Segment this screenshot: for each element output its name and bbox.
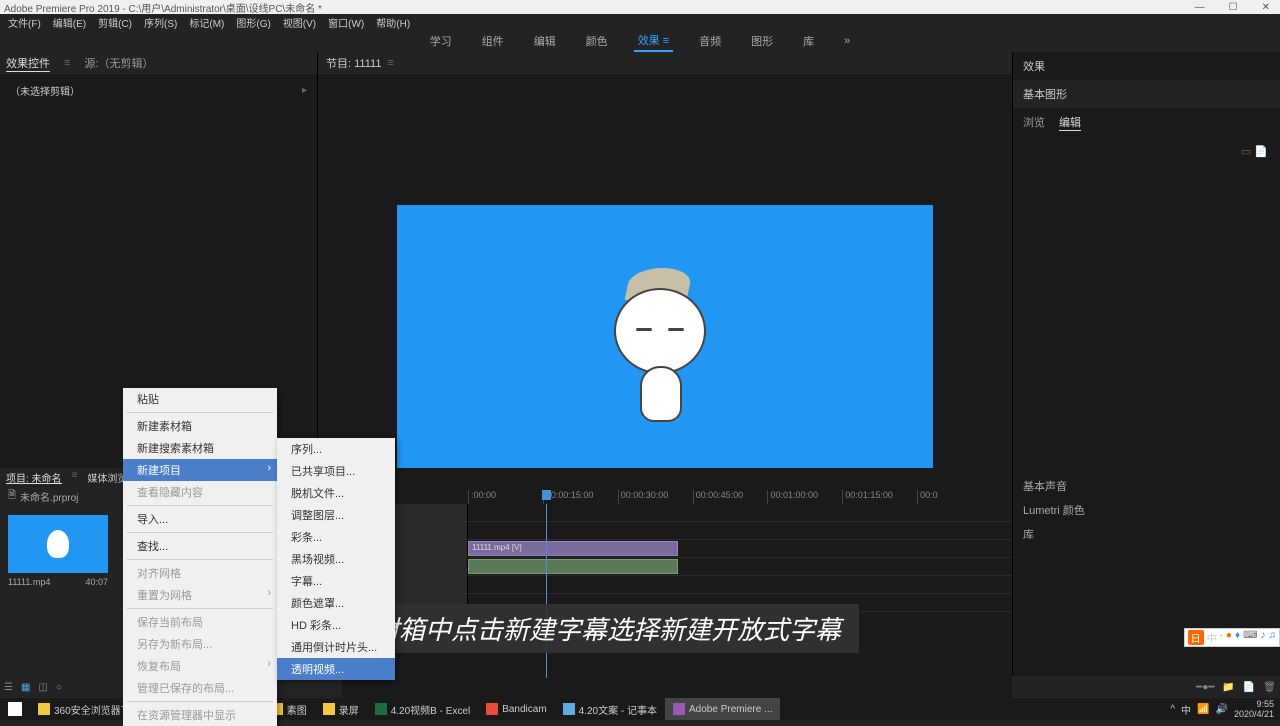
context-menu-item[interactable]: 导入...	[123, 508, 277, 530]
window-title: Adobe Premiere Pro 2019 - C:\用户\Administ…	[4, 0, 322, 15]
menubar: 文件(F)编辑(E)剪辑(C)序列(S)标记(M)图形(G)视图(V)窗口(W)…	[0, 14, 1280, 30]
context-menu-item[interactable]: 颜色遮罩...	[277, 592, 395, 614]
context-menu-item[interactable]: 新建素材箱	[123, 415, 277, 437]
taskbar-item[interactable]: Bandicam	[478, 698, 554, 720]
freeform-view-icon[interactable]: ◫	[38, 682, 47, 693]
context-menu-item[interactable]: 新建项目	[123, 459, 277, 481]
new-item-icon[interactable]: 📄	[1243, 682, 1255, 693]
essential-sound-panel[interactable]: 基本声音	[1023, 474, 1270, 498]
context-menu-item[interactable]: 恢复布局	[123, 655, 277, 677]
context-menu-item[interactable]: 查找...	[123, 535, 277, 557]
tray-chevron-icon[interactable]: ^	[1170, 704, 1175, 715]
menu-item[interactable]: 图形(G)	[230, 15, 276, 30]
bin-icon: 🗎	[8, 488, 16, 505]
clock-date: 2020/4/21	[1234, 709, 1274, 719]
list-view-icon[interactable]: ☰	[4, 682, 13, 693]
tab-project[interactable]: 项目: 未命名	[6, 470, 62, 484]
tab-browse[interactable]: 浏览	[1023, 114, 1045, 131]
new-bin-icon[interactable]: 📁	[1222, 682, 1234, 693]
context-menu-item[interactable]: 字幕...	[277, 570, 395, 592]
menu-item[interactable]: 序列(S)	[138, 15, 183, 30]
icon-view-icon[interactable]: ▦	[21, 682, 30, 693]
project-clip-thumbnail[interactable]: 11111.mp4 40:07	[8, 515, 108, 587]
minimize-button[interactable]: —	[1189, 2, 1211, 13]
zoom-slider[interactable]: ━●━	[1196, 682, 1214, 693]
menu-item[interactable]: 帮助(H)	[370, 15, 416, 30]
workspace-tab[interactable]: 组件	[478, 31, 508, 51]
maximize-button[interactable]: ☐	[1223, 2, 1244, 13]
tray-volume-icon[interactable]: 🔊	[1216, 704, 1228, 715]
project-context-menu: 粘贴新建素材箱新建搜索素材箱新建项目查看隐藏内容导入... 查找... 对齐网格重置…	[123, 388, 277, 726]
context-menu-item[interactable]: 重置为网格	[123, 584, 277, 606]
taskbar-item[interactable]: 4.20文案 - 记事本	[555, 698, 665, 720]
ime-indicator[interactable]: 日中·●♦⌨♪♫	[1184, 628, 1280, 647]
context-menu-item[interactable]: 对齐网格	[123, 562, 277, 584]
context-menu-item[interactable]: 序列...	[277, 438, 395, 460]
context-menu-item[interactable]: 新建搜索素材箱	[123, 437, 277, 459]
menu-item[interactable]: 编辑(E)	[47, 15, 92, 30]
sort-icon[interactable]: ○	[56, 682, 62, 693]
context-menu-item[interactable]: 调整图层...	[277, 504, 395, 526]
context-menu-item[interactable]: 彩条...	[277, 526, 395, 548]
taskbar-item[interactable]: Adobe Premiere ...	[665, 698, 780, 720]
layer-icon[interactable]: ▭	[1241, 146, 1251, 158]
context-menu-item[interactable]: 管理已保存的布局...	[123, 677, 277, 699]
clip-name: 11111.mp4	[8, 577, 50, 587]
context-menu-item[interactable]: 另存为新布局...	[123, 633, 277, 655]
ime-lang[interactable]: 中	[1181, 702, 1191, 717]
workspace-tab[interactable]: 编辑	[530, 31, 560, 51]
workspace-tab[interactable]: 效果 ≡	[634, 30, 673, 52]
context-menu-item[interactable]: 通用倒计时片头...	[277, 636, 395, 658]
tab-effect-controls[interactable]: 效果控件	[6, 55, 50, 72]
tab-source[interactable]: 源:（无剪辑）	[84, 55, 153, 71]
clock-time: 9:55	[1234, 699, 1274, 709]
new-layer-icon[interactable]: 📄	[1254, 146, 1268, 158]
lumetri-color-panel[interactable]: Lumetri 颜色	[1023, 498, 1270, 522]
clip-duration: 40:07	[85, 577, 108, 587]
context-menu-item[interactable]: 保存当前布局	[123, 611, 277, 633]
workspace-tab[interactable]: 库	[799, 31, 818, 51]
delete-icon[interactable]: 🗑	[1263, 682, 1276, 693]
context-menu-item[interactable]: 透明视频...	[277, 658, 395, 680]
program-title: 节目: 11111	[326, 55, 381, 71]
workspace-tab[interactable]: 颜色	[582, 31, 612, 51]
context-menu-item[interactable]: HD 彩条...	[277, 614, 395, 636]
no-clip-selected: （未选择剪辑）	[10, 83, 80, 98]
new-item-submenu: 序列...已共享项目...脱机文件...调整图层...彩条...黑场视频...字…	[277, 438, 395, 680]
menu-item[interactable]: 窗口(W)	[322, 15, 370, 30]
start-button[interactable]	[0, 698, 30, 720]
taskbar-item[interactable]: 4.20视频B - Excel	[367, 698, 478, 720]
workspace-tab[interactable]: 音频	[695, 31, 725, 51]
effects-panel-title[interactable]: 效果	[1013, 52, 1280, 80]
menu-item[interactable]: 剪辑(C)	[92, 15, 138, 30]
menu-item[interactable]: 文件(F)	[2, 15, 47, 30]
menu-item[interactable]: 视图(V)	[277, 15, 322, 30]
menu-item[interactable]: 标记(M)	[183, 15, 230, 30]
close-button[interactable]: ✕	[1256, 2, 1276, 13]
context-menu-item[interactable]: 查看隐藏内容	[123, 481, 277, 503]
context-menu-item[interactable]: 黑场视频...	[277, 548, 395, 570]
context-menu-item[interactable]: 在资源管理器中显示	[123, 704, 277, 726]
context-menu-item[interactable]: 已共享项目...	[277, 460, 395, 482]
tab-edit[interactable]: 编辑	[1059, 114, 1081, 131]
timeline-clip[interactable]: 11111.mp4 [V]	[468, 541, 678, 556]
project-filename: 未命名.prproj	[20, 489, 78, 504]
workspace-tab[interactable]: 学习	[426, 31, 456, 51]
chevron-right-icon[interactable]: ▸	[302, 85, 307, 96]
graphics-panel-title[interactable]: 基本图形	[1013, 80, 1280, 108]
workspace-tabs: 学习 组件 编辑 颜色 效果 ≡ 音频 图形 库 »	[0, 30, 1280, 52]
timeline-audio-clip[interactable]	[468, 559, 678, 574]
context-menu-item[interactable]: 脱机文件...	[277, 482, 395, 504]
taskbar-item[interactable]: 录屏	[315, 698, 367, 720]
tray-network-icon[interactable]: 📶	[1197, 704, 1209, 715]
context-menu-item[interactable]: 粘贴	[123, 388, 277, 410]
workspace-overflow[interactable]: »	[840, 33, 854, 49]
libraries-panel[interactable]: 库	[1023, 522, 1270, 546]
workspace-tab[interactable]: 图形	[747, 31, 777, 51]
